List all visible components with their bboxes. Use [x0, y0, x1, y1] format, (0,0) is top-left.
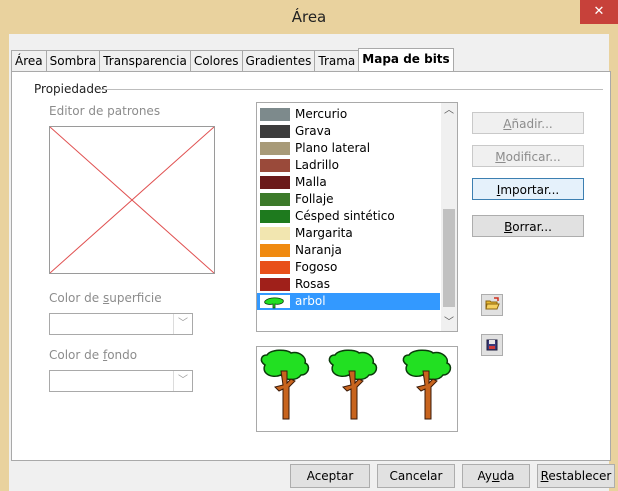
bitmap-list-item[interactable]: Naranja — [257, 242, 440, 259]
bitmap-list-item-label: Margarita — [295, 226, 353, 240]
scroll-down-icon[interactable]: ﹀ — [441, 315, 457, 331]
surface-color-label: Color de superficie — [49, 291, 162, 305]
bitmap-list-item-label: Césped sintético — [295, 209, 395, 223]
bitmap-preview — [256, 346, 458, 432]
bitmap-list-item[interactable]: Plano lateral — [257, 140, 440, 157]
tab-bitmap[interactable]: Mapa de bits — [358, 48, 454, 71]
bitmap-swatch-icon — [260, 193, 290, 206]
save-disk-icon — [486, 339, 498, 351]
tab-area[interactable]: Área — [11, 50, 47, 71]
bitmap-list-item[interactable]: Ladrillo — [257, 157, 440, 174]
close-icon: ✕ — [593, 4, 605, 19]
area-dialog: Área ✕ Área Sombra Transparencia Colores… — [0, 0, 618, 491]
window-title: Área — [291, 8, 327, 26]
title-bar[interactable]: Área ✕ — [0, 0, 618, 34]
bitmap-list-item-label: Malla — [295, 175, 327, 189]
tab-hatching[interactable]: Trama — [314, 50, 360, 71]
surface-color-dropdown[interactable]: ﹀ — [49, 313, 193, 335]
cancel-button[interactable]: Cancelar — [377, 464, 455, 488]
tab-shadow[interactable]: Sombra — [45, 50, 101, 71]
tab-transparency[interactable]: Transparencia — [99, 50, 191, 71]
bitmap-swatch-icon — [260, 210, 290, 223]
background-color-dropdown[interactable]: ﹀ — [49, 370, 193, 392]
ok-button[interactable]: Aceptar — [290, 464, 370, 488]
bitmap-swatch-icon — [260, 244, 290, 257]
background-color-label: Color de fondo — [49, 348, 138, 362]
list-scrollbar[interactable]: ︿ ﹀ — [441, 103, 457, 331]
pattern-editor-label: Editor de patrones — [49, 104, 161, 118]
bitmap-swatch-icon — [260, 278, 290, 291]
bitmap-list-item[interactable]: Margarita — [257, 225, 440, 242]
bitmap-list-item[interactable]: arbol — [257, 293, 440, 310]
bitmap-list-item[interactable]: Rosas — [257, 276, 440, 293]
tab-gradients[interactable]: Gradientes — [241, 50, 316, 71]
tab-colors[interactable]: Colores — [189, 50, 243, 71]
bitmap-swatch-icon — [260, 227, 290, 240]
bitmap-list-item[interactable]: Fogoso — [257, 259, 440, 276]
bitmap-list-item-label: arbol — [295, 294, 326, 308]
help-button[interactable]: Ayuda — [462, 464, 530, 488]
bitmap-swatch-icon — [260, 176, 290, 189]
tree-preview-image — [260, 349, 452, 420]
reset-button[interactable]: Restablecer — [537, 464, 615, 488]
bitmap-swatch-icon — [260, 125, 290, 138]
bitmap-swatch-icon — [260, 142, 290, 155]
bitmap-list-item-label: Rosas — [295, 277, 330, 291]
bitmap-list-item-label: Grava — [295, 124, 332, 138]
bitmap-swatch-icon — [260, 159, 290, 172]
delete-button[interactable]: Borrar... — [472, 215, 584, 237]
chevron-down-icon: ﹀ — [173, 314, 192, 334]
bitmap-list-item[interactable]: Césped sintético — [257, 208, 440, 225]
bitmap-swatch-icon — [260, 108, 290, 121]
close-button[interactable]: ✕ — [580, 0, 618, 24]
bitmap-list[interactable]: Mercurio Grava Plano lateral Ladrillo Malla F… — [256, 102, 458, 332]
pattern-editor[interactable] — [49, 126, 215, 274]
bitmap-swatch-icon — [260, 261, 290, 274]
bitmap-list-item-label: Fogoso — [295, 260, 338, 274]
save-bitmap-button[interactable] — [481, 334, 503, 356]
open-folder-icon — [485, 297, 500, 310]
bitmap-list-item-label: Mercurio — [295, 107, 348, 121]
bitmap-list-item[interactable]: Mercurio — [257, 106, 440, 123]
modify-button[interactable]: Modificar... — [472, 145, 584, 167]
bitmap-swatch-icon — [260, 295, 290, 309]
bitmap-list-item[interactable]: Grava — [257, 123, 440, 140]
bitmap-list-item[interactable]: Malla — [257, 174, 440, 191]
empty-pattern-cross-icon — [50, 127, 214, 273]
bitmap-list-item-label: Plano lateral — [295, 141, 371, 155]
scroll-up-icon[interactable]: ︿ — [441, 103, 457, 119]
chevron-down-icon: ﹀ — [173, 371, 192, 391]
bitmap-list-item[interactable]: Follaje — [257, 191, 440, 208]
tab-bar: Área Sombra Transparencia Colores Gradie… — [11, 48, 454, 72]
scroll-thumb[interactable] — [443, 209, 455, 307]
add-button[interactable]: Añadir... — [472, 112, 584, 134]
bitmap-list-item-label: Naranja — [295, 243, 342, 257]
bitmap-list-item-label: Follaje — [295, 192, 334, 206]
bitmap-list-item-label: Ladrillo — [295, 158, 339, 172]
import-button[interactable]: Importar... — [472, 178, 584, 200]
load-bitmap-button[interactable] — [481, 294, 503, 316]
section-divider — [98, 89, 603, 90]
window-border-left — [0, 34, 9, 491]
